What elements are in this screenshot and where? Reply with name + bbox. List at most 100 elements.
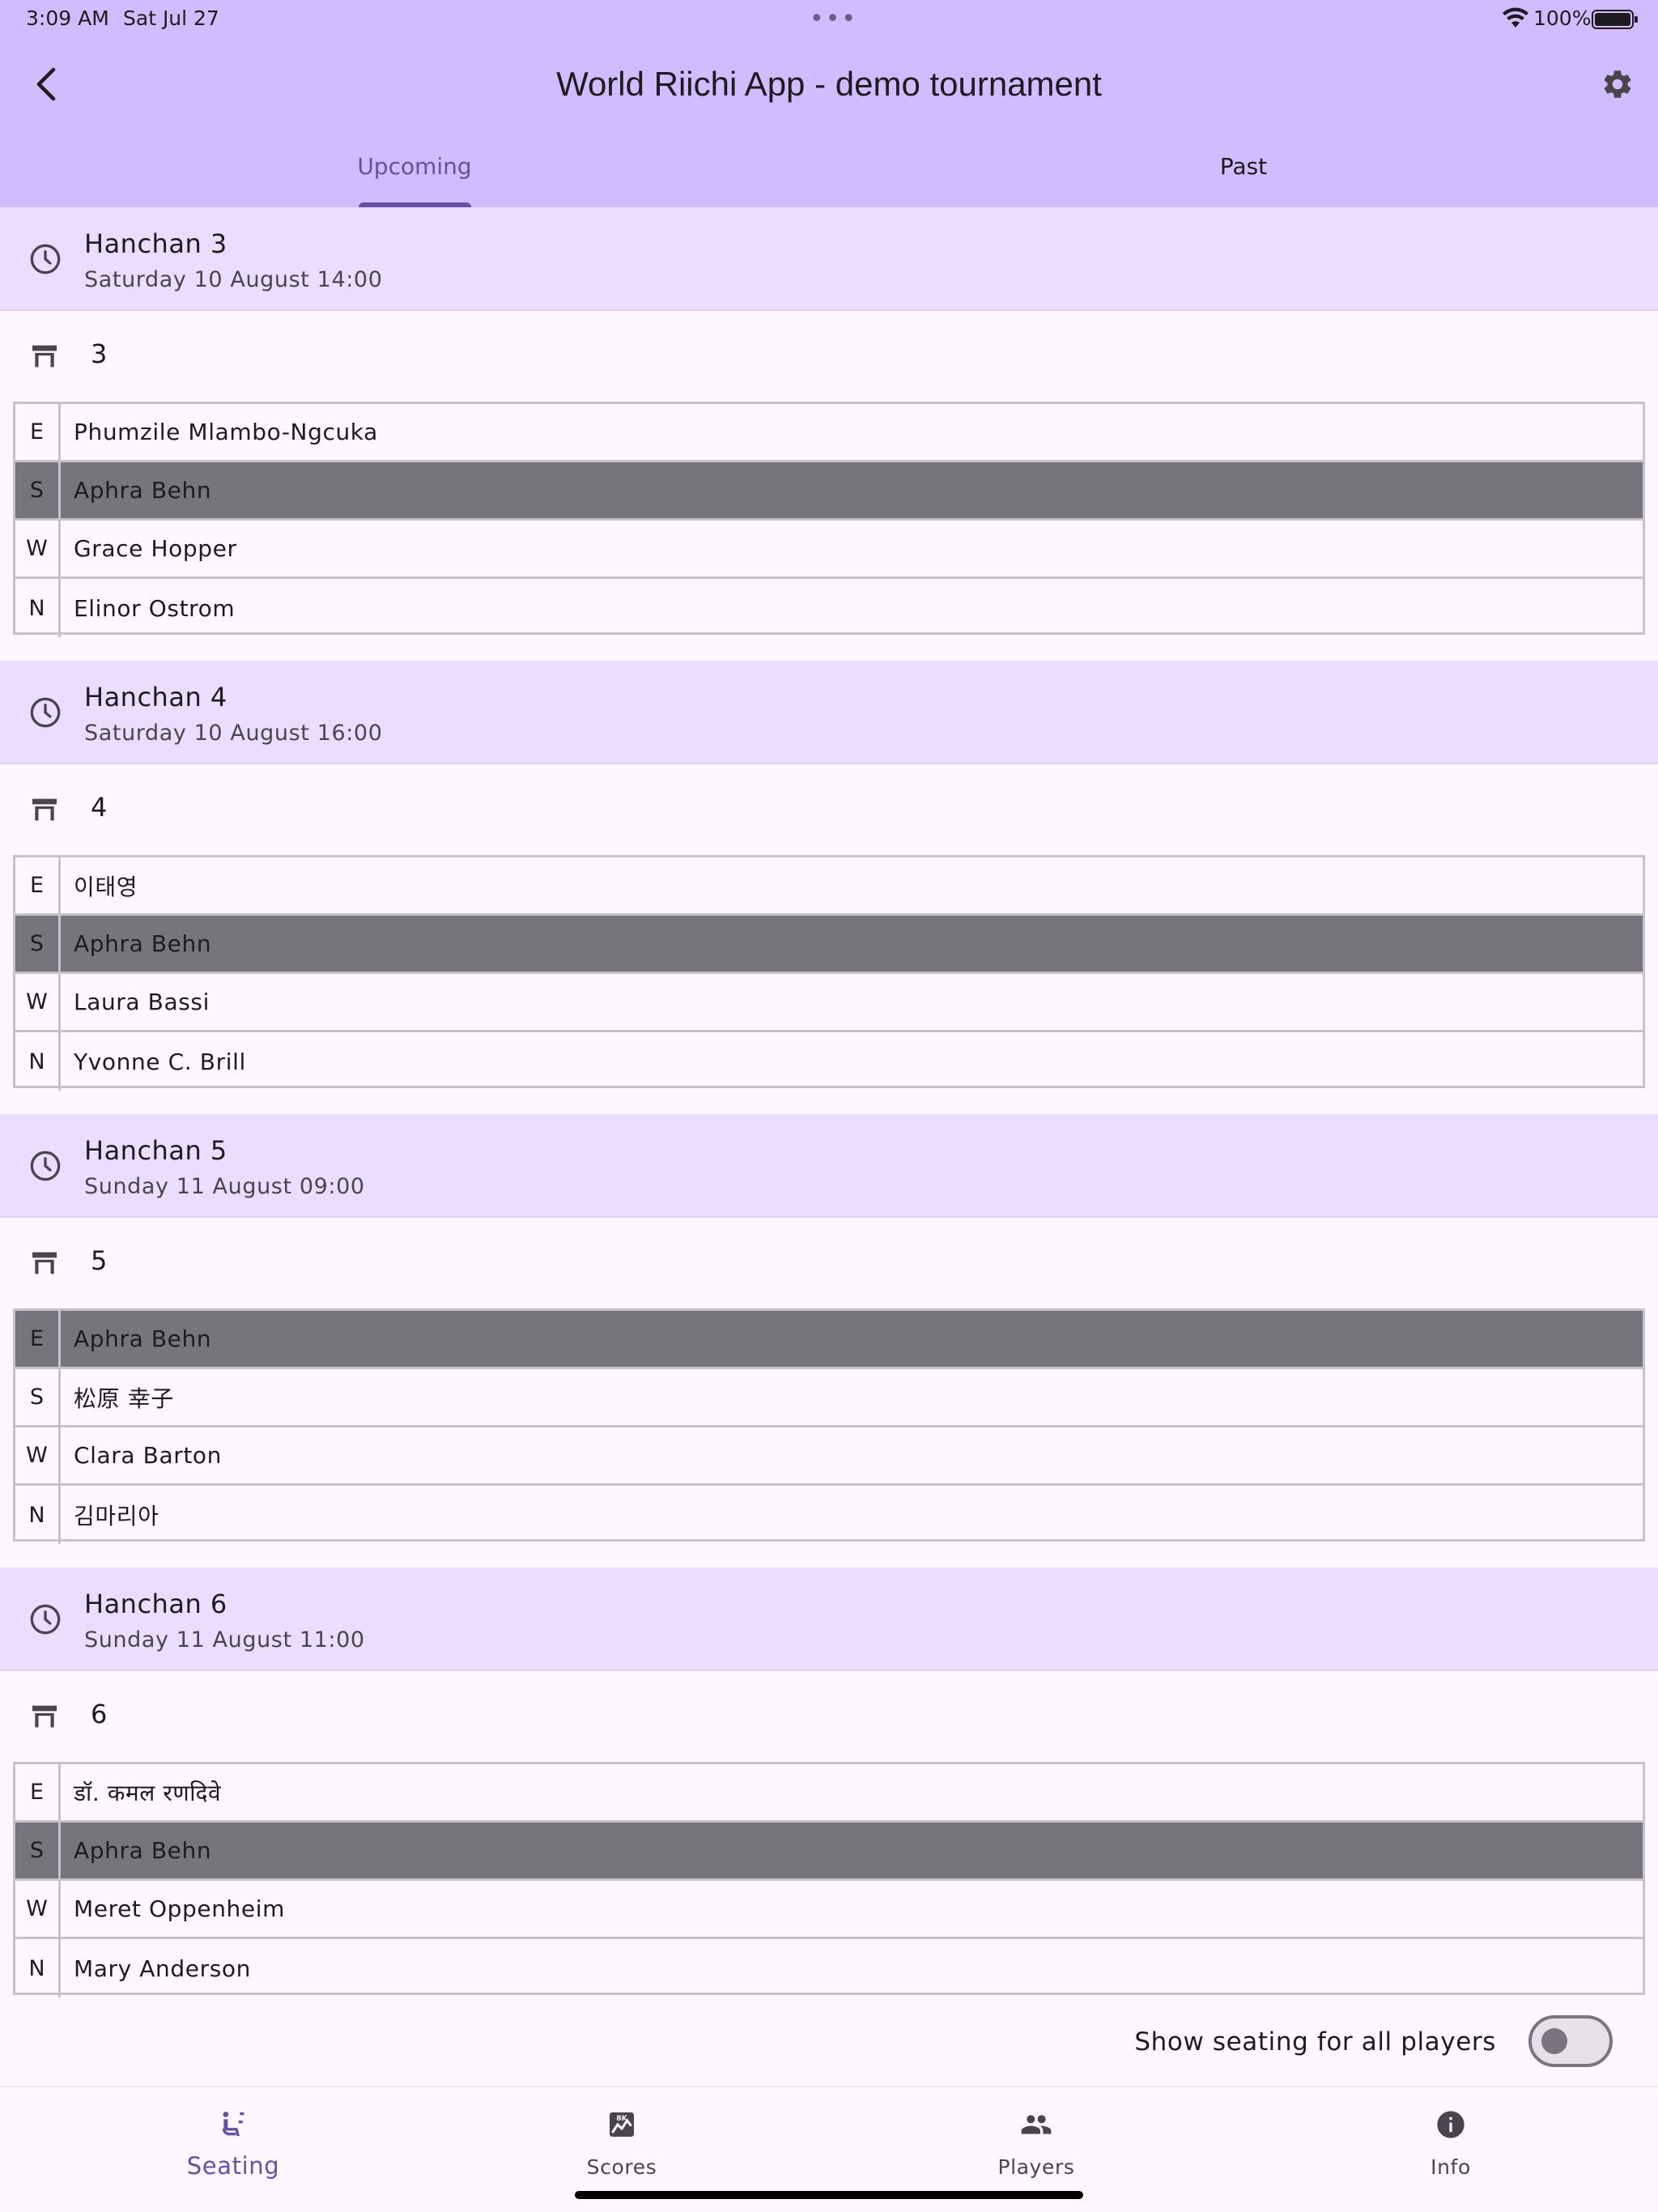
player-name: Mary Anderson [74,1955,251,1982]
info-icon [1437,2111,1465,2138]
app-bar: 3:09 AM Sat Jul 27 ••• 100% World Riichi… [0,0,1658,207]
seat-wind: N [15,1032,61,1091]
table-icon [32,345,57,368]
seat-row: E Phumzile Mlambo-Ngcuka [15,404,1643,462]
clock-icon [30,1604,61,1635]
player-name: डॉ. कमल रणदिवे [74,1779,222,1806]
nav-scores[interactable]: 8K Scores [414,2087,829,2193]
table-info: 3 [0,311,1658,402]
seat-wind: S [15,1369,61,1425]
seat-row: N Yvonne C. Brill [15,1032,1643,1091]
player-name: Laura Bassi [74,989,210,1015]
status-time: 3:09 AM [26,6,109,30]
player-name: Grace Hopper [74,535,237,562]
seat-wind: N [15,1939,61,1997]
nav-label-seating: Seating [186,2152,280,2180]
seat-table: E डॉ. कमल रणदिवे S Aphra Behn W Meret Oppenhe… [13,1762,1645,1997]
scores-icon: 8K [610,2112,634,2137]
round-date: Saturday 10 August 14:00 [84,267,383,292]
round-section: Hanchan 6 Sunday 11 August 11:00 6 E डॉ. … [0,1568,1658,2021]
table-info: 5 [0,1218,1658,1308]
multitasking-dots-icon[interactable]: ••• [810,5,857,33]
battery-percent: 100% [1533,6,1592,30]
round-title: Hanchan 6 [84,1589,227,1619]
settings-button[interactable] [1596,63,1639,105]
seat-wind: W [15,1881,61,1937]
seat-row: S 松原 幸子 [15,1369,1643,1427]
round-section: Hanchan 4 Saturday 10 August 16:00 4 E 이태… [0,661,1658,1114]
round-section: Hanchan 3 Saturday 10 August 14:00 3 E Ph… [0,207,1658,661]
player-name: 김마리아 [74,1503,159,1529]
toggle-label: Show seating for all players [1134,2027,1496,2057]
seat-row: E Aphra Behn [15,1311,1643,1369]
tab-past[interactable]: Past [829,143,1658,207]
seat-wind: S [15,462,61,518]
round-header: Hanchan 3 Saturday 10 August 14:00 [0,207,1658,311]
table-number: 5 [91,1245,108,1276]
seat-wind: E [15,404,61,460]
seat-row: E 이태영 [15,857,1643,916]
seat-wind: E [15,1311,61,1367]
seat-row: N 김마리아 [15,1486,1643,1544]
round-date: Sunday 11 August 11:00 [84,1627,365,1653]
table-number: 3 [91,338,108,369]
nav-label-players: Players [997,2155,1075,2179]
seat-row: S Aphra Behn [15,1823,1643,1881]
player-name: Yvonne C. Brill [74,1048,246,1075]
tab-upcoming[interactable]: Upcoming [0,143,829,207]
table-icon [32,1705,57,1728]
nav-info[interactable]: Info [1244,2087,1658,2193]
seat-icon [222,2112,244,2137]
player-name: Aphra Behn [74,1837,212,1864]
player-name: Meret Oppenheim [74,1895,285,1922]
switch-knob [1541,2028,1567,2054]
show-all-switch[interactable] [1528,2015,1613,2067]
nav-seating[interactable]: Seating [26,2087,440,2193]
seat-wind: E [15,1764,61,1820]
seat-wind: N [15,579,61,637]
player-name: 松原 幸子 [74,1385,174,1412]
seat-wind: W [15,1427,61,1483]
seat-wind: W [15,974,61,1030]
seat-row: E डॉ. कमल रणदिवे [15,1764,1643,1823]
player-name: Elinor Ostrom [74,594,236,622]
battery-icon [1592,10,1638,29]
seat-row: S Aphra Behn [15,462,1643,521]
table-number: 4 [91,792,108,823]
seat-row: W Clara Barton [15,1427,1643,1486]
round-title: Hanchan 3 [84,228,227,259]
player-name: 이태영 [74,873,138,900]
seat-wind: E [15,857,61,913]
gear-icon [1604,70,1631,98]
nav-players[interactable]: Players [829,2087,1244,2193]
seat-wind: S [15,916,61,972]
seat-row: N Elinor Ostrom [15,579,1643,637]
table-info: 6 [0,1671,1658,1762]
player-name: Phumzile Mlambo-Ngcuka [74,419,378,445]
round-title: Hanchan 5 [84,1135,227,1166]
seat-table: E Phumzile Mlambo-Ngcuka S Aphra Behn W Grace… [13,402,1645,637]
svg-text:8K: 8K [616,2114,627,2123]
status-date: Sat Jul 27 [123,6,219,30]
table-number: 6 [91,1699,108,1729]
player-name: Clara Barton [74,1442,222,1469]
seat-row: W Grace Hopper [15,521,1643,579]
player-name: Aphra Behn [74,1325,212,1352]
table-info: 4 [0,764,1658,855]
round-header: Hanchan 5 Sunday 11 August 09:00 [0,1114,1658,1218]
table-icon [32,1252,57,1274]
home-indicator [575,2191,1083,2199]
round-section: Hanchan 5 Sunday 11 August 09:00 5 E Aphr… [0,1114,1658,1568]
seat-wind: S [15,1823,61,1878]
seating-list[interactable]: Hanchan 3 Saturday 10 August 14:00 3 E Ph… [0,207,1658,2021]
tab-bar: Upcoming Past [0,143,1658,207]
seat-row: W Meret Oppenheim [15,1881,1643,1939]
round-header: Hanchan 6 Sunday 11 August 11:00 [0,1568,1658,1671]
player-name: Aphra Behn [74,930,212,957]
nav-label-scores: Scores [586,2155,657,2179]
page-title: World Riichi App - demo tournament [556,65,1102,103]
round-date: Sunday 11 August 09:00 [84,1174,365,1199]
seat-row: N Mary Anderson [15,1939,1643,1997]
round-date: Saturday 10 August 16:00 [84,721,383,746]
round-title: Hanchan 4 [84,682,227,713]
